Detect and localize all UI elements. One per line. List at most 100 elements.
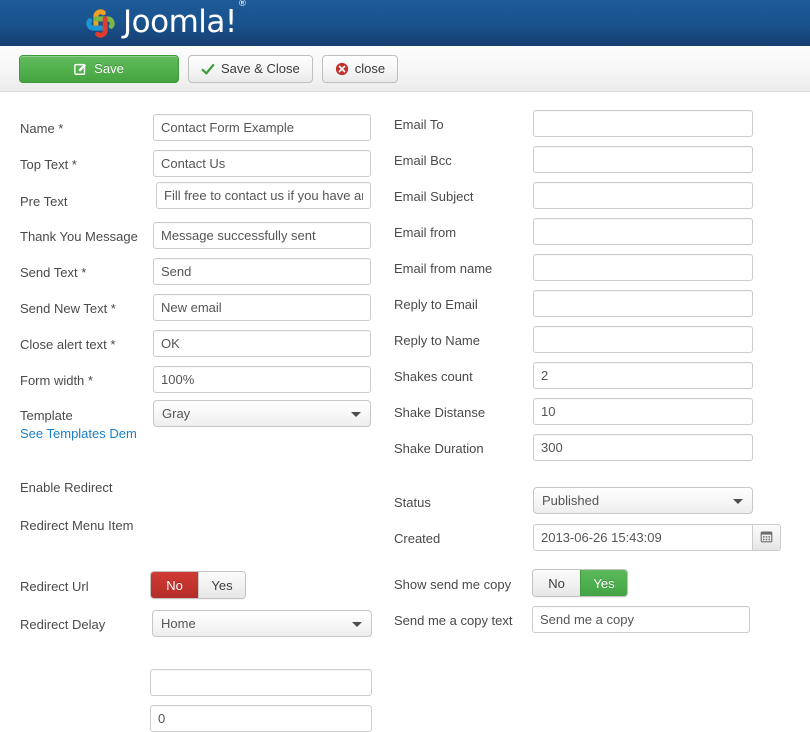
- toolbar: Save Save & Close close: [0, 46, 810, 92]
- check-icon: [201, 62, 215, 76]
- template-select-wrap: Gray: [153, 400, 371, 427]
- top-text-label: Top Text *: [20, 156, 77, 172]
- enable-redirect-option-yes[interactable]: Yes: [198, 572, 245, 598]
- close-alert-text-label: Close alert text *: [20, 336, 116, 352]
- template-label: Template: [20, 407, 73, 423]
- reply-to-name-input[interactable]: [533, 326, 753, 353]
- reply-to-name-label: Reply to Name: [394, 332, 480, 348]
- redirect-url-label: Redirect Url: [20, 578, 89, 594]
- send-me-copy-text-field-wrap: [532, 606, 750, 633]
- send-me-copy-text-input[interactable]: [532, 606, 750, 633]
- enable-redirect-option-no[interactable]: No: [151, 572, 198, 598]
- calendar-picker-button[interactable]: [753, 524, 781, 551]
- email-to-label: Email To: [394, 116, 444, 132]
- field-row-enable-redirect: Enable Redirect: [20, 472, 113, 502]
- top-text-input[interactable]: [153, 150, 371, 177]
- redirect-menu-item-select[interactable]: Home: [152, 610, 372, 637]
- field-row-reply-to-name: Reply to Name: [394, 325, 480, 355]
- see-templates-demo-link[interactable]: See Templates Dem: [20, 426, 137, 441]
- send-new-text-input[interactable]: [153, 294, 371, 321]
- send-me-copy-text-label: Send me a copy text: [394, 612, 513, 628]
- shake-distance-input[interactable]: [533, 398, 753, 425]
- brand-trademark: ®: [237, 0, 247, 10]
- send-text-input[interactable]: [153, 258, 371, 285]
- email-bcc-label: Email Bcc: [394, 152, 452, 168]
- save-button-label: Save: [94, 61, 124, 76]
- shake-duration-field-wrap: [533, 434, 753, 461]
- thank-you-message-input[interactable]: [153, 222, 371, 249]
- reply-to-email-field-wrap: [533, 290, 753, 317]
- shake-duration-label: Shake Duration: [394, 440, 484, 456]
- redirect-delay-input[interactable]: [150, 705, 372, 732]
- name-input[interactable]: [153, 114, 371, 141]
- redirect-menu-item-label: Redirect Menu Item: [20, 517, 134, 533]
- joomla-pinwheel-icon: [82, 5, 119, 42]
- name-field-wrap: [153, 114, 371, 141]
- email-from-name-label: Email from name: [394, 260, 493, 276]
- email-from-name-input[interactable]: [533, 254, 753, 281]
- reply-to-email-input[interactable]: [533, 290, 753, 317]
- shake-duration-input[interactable]: [533, 434, 753, 461]
- close-button-label: close: [354, 61, 386, 76]
- show-send-me-copy-option-no[interactable]: No: [533, 570, 580, 596]
- redirect-delay-field-wrap: [150, 705, 372, 732]
- show-send-me-copy-toggle[interactable]: No Yes: [532, 569, 628, 597]
- field-row-email-bcc: Email Bcc: [394, 145, 452, 175]
- redirect-url-field-wrap: [150, 669, 372, 696]
- redirect-menu-item-value: Home: [161, 616, 196, 631]
- shakes-count-input[interactable]: [533, 362, 753, 389]
- email-to-input[interactable]: [533, 110, 753, 137]
- name-label: Name *: [20, 120, 64, 136]
- pre-text-input[interactable]: [156, 182, 371, 209]
- shake-distance-field-wrap: [533, 398, 753, 425]
- shake-distance-label: Shake Distanse: [394, 404, 486, 420]
- field-row-email-from-name: Email from name: [394, 253, 492, 283]
- redirect-url-input[interactable]: [150, 669, 372, 696]
- send-new-text-label: Send New Text *: [20, 300, 116, 316]
- enable-redirect-toggle-wrap: No Yes: [150, 571, 246, 599]
- enable-redirect-toggle[interactable]: No Yes: [150, 571, 246, 599]
- status-label: Status: [394, 494, 431, 510]
- redirect-menu-item-select-wrap: Home: [152, 610, 372, 637]
- show-send-me-copy-option-yes[interactable]: Yes: [580, 570, 627, 596]
- field-row-redirect-delay: Redirect Delay: [20, 609, 105, 639]
- field-row-shakes-count: Shakes count: [394, 361, 473, 391]
- save-and-close-button-label: Save & Close: [221, 61, 300, 76]
- status-select-wrap: Published: [533, 487, 753, 514]
- status-select-value: Published: [542, 493, 600, 508]
- template-select[interactable]: Gray: [153, 400, 371, 427]
- field-row-top-text: Top Text *: [20, 149, 77, 179]
- save-and-close-button[interactable]: Save & Close: [188, 54, 313, 83]
- save-button[interactable]: Save: [19, 54, 179, 83]
- form-width-label: Form width *: [20, 372, 93, 388]
- brand-name-text: Joomla!: [123, 3, 237, 40]
- close-alert-text-input[interactable]: [153, 330, 371, 357]
- email-to-field-wrap: [533, 110, 753, 137]
- chevron-down-icon: [352, 621, 362, 627]
- field-row-show-send-me-copy: Show send me copy: [394, 569, 511, 599]
- brand-name: Joomla!®: [123, 0, 247, 40]
- top-text-field-wrap: [153, 150, 371, 177]
- thank-you-message-label: Thank You Message: [20, 228, 138, 244]
- shakes-count-label: Shakes count: [394, 368, 473, 384]
- form-width-field-wrap: [153, 366, 371, 393]
- close-button[interactable]: close: [321, 54, 399, 83]
- status-select[interactable]: Published: [533, 487, 753, 514]
- field-row-send-text: Send Text *: [20, 257, 86, 287]
- email-bcc-input[interactable]: [533, 146, 753, 173]
- email-subject-label: Email Subject: [394, 188, 474, 204]
- edit-pencil-icon: [74, 62, 88, 76]
- template-select-value: Gray: [162, 406, 191, 421]
- field-row-name: Name *: [20, 113, 63, 143]
- field-row-email-subject: Email Subject: [394, 181, 473, 211]
- field-row-send-new-text: Send New Text *: [20, 293, 116, 323]
- created-input[interactable]: [533, 524, 753, 551]
- email-from-label: Email from: [394, 224, 457, 240]
- email-from-input[interactable]: [533, 218, 753, 245]
- pre-text-field-wrap: [156, 182, 371, 209]
- email-subject-input[interactable]: [533, 182, 753, 209]
- form-width-input[interactable]: [153, 366, 371, 393]
- field-row-email-to: Email To: [394, 109, 444, 139]
- field-row-shake-duration: Shake Duration: [394, 433, 484, 463]
- pre-text-label: Pre Text: [20, 193, 68, 209]
